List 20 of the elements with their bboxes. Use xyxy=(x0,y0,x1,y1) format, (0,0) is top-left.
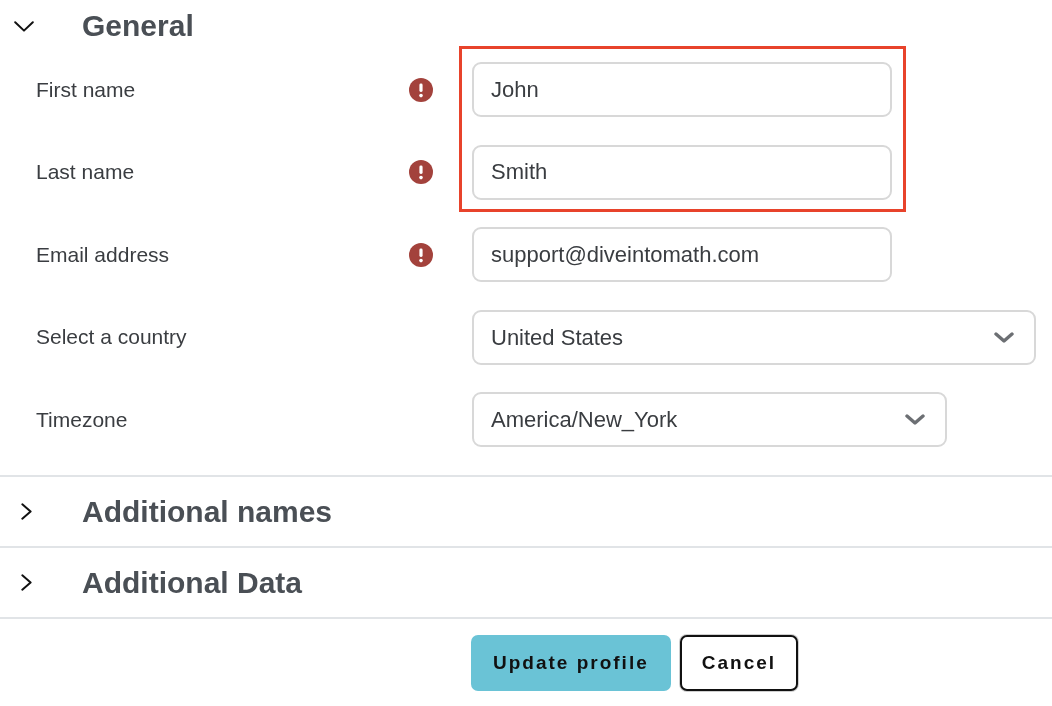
chevron-right-icon[interactable] xyxy=(21,574,32,591)
dropdown-select[interactable]: America/New_York xyxy=(472,392,947,447)
dropdown-chevron-icon xyxy=(905,414,925,425)
chevron-down-icon[interactable] xyxy=(14,20,34,32)
text-input[interactable]: John xyxy=(472,62,892,117)
chevron-right-icon[interactable] xyxy=(21,503,32,520)
update-profile-button[interactable]: Update profile xyxy=(471,635,671,691)
field-label: Last name xyxy=(36,159,135,186)
section-heading[interactable]: Additional names xyxy=(82,496,333,527)
field-label: Timezone xyxy=(36,406,128,433)
field-label: Email address xyxy=(36,241,170,268)
dropdown-select[interactable]: United States xyxy=(472,309,1036,365)
section-heading[interactable]: General xyxy=(82,11,194,41)
text-input[interactable]: support@diveintomath.com xyxy=(472,227,892,282)
field-label: Select a country xyxy=(36,324,187,351)
dropdown-chevron-icon xyxy=(994,331,1014,343)
text-input[interactable]: Smith xyxy=(472,144,892,200)
section-heading[interactable]: Additional Data xyxy=(82,567,302,598)
field-label: First name xyxy=(36,76,136,103)
cancel-button[interactable]: Cancel xyxy=(679,635,799,691)
